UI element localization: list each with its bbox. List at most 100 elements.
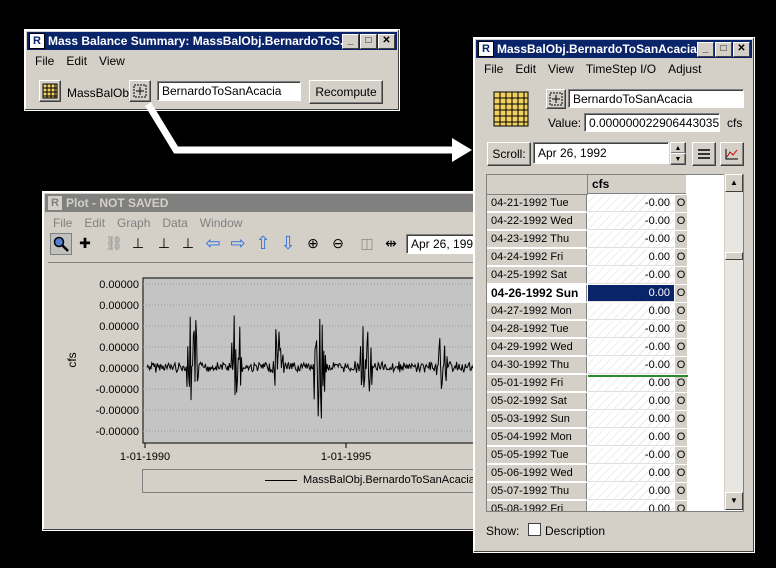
arrow-down-icon[interactable]: ⇩	[278, 233, 298, 253]
link-icon[interactable]: ⛓	[104, 233, 124, 253]
row-date[interactable]: 05-03-1992 Sun	[487, 411, 587, 428]
scroll-button[interactable]: Scroll:	[487, 142, 531, 166]
row-value-cell[interactable]: 0.00	[588, 411, 674, 428]
slot-select-button[interactable]	[546, 89, 566, 109]
menu-adjust[interactable]: Adjust	[662, 62, 707, 76]
row-value-cell[interactable]: 0.00	[588, 465, 674, 482]
slot-name-field[interactable]: BernardoToSanAcacia	[568, 89, 744, 108]
row-value-cell[interactable]: 0.00	[588, 393, 674, 410]
row-flag: O	[675, 411, 687, 429]
scroll-date-field[interactable]: Apr 26, 1992	[533, 142, 669, 164]
menu-edit[interactable]: Edit	[509, 62, 542, 76]
maximize-button[interactable]: □	[715, 41, 732, 57]
arrow-up-icon[interactable]: ⇧	[253, 233, 273, 253]
row-date[interactable]: 04-27-1992 Mon	[487, 303, 587, 320]
row-value-cell[interactable]: -0.00	[588, 267, 674, 284]
row-flag: O	[675, 249, 687, 267]
row-date[interactable]: 04-22-1992 Wed	[487, 213, 587, 230]
row-date[interactable]: 05-07-1992 Thu	[487, 483, 587, 500]
y-tick-label: 0.00000	[99, 300, 139, 312]
plot-view-button[interactable]	[720, 142, 744, 166]
slot-table: cfs 04-21-1992 Tue -0.00 O 04-22-1992 Wed -0…	[486, 174, 744, 512]
slot-titlebar[interactable]: R MassBalObj.BernardoToSanAcacia _ □ ✕	[476, 40, 752, 58]
row-value-cell[interactable]: -0.00	[588, 213, 674, 230]
row-date[interactable]: 04-30-1992 Thu	[487, 357, 587, 374]
legend-swatch	[265, 480, 297, 481]
row-flag: O	[675, 267, 687, 285]
row-date[interactable]: 05-04-1992 Mon	[487, 429, 587, 446]
row-value-cell[interactable]: -0.00	[588, 195, 674, 212]
row-value-cell[interactable]: -0.00	[588, 339, 674, 356]
plot-titlebar[interactable]: R Plot - NOT SAVED	[45, 194, 481, 212]
slot-table-icon	[493, 91, 529, 127]
minimize-button[interactable]: _	[697, 41, 714, 57]
crosshair-icon[interactable]: ✚	[75, 233, 95, 253]
scroll-up-button[interactable]: ▲	[725, 174, 743, 192]
value-label: Value:	[548, 116, 582, 130]
menu-graph[interactable]: Graph	[111, 216, 156, 230]
row-value-cell[interactable]: -0.00	[588, 447, 674, 464]
row-value-cell[interactable]: 0.00	[588, 501, 674, 511]
scroll-down-button[interactable]: ▼	[725, 492, 743, 510]
row-date[interactable]: 04-25-1992 Sat	[487, 267, 587, 284]
arrow-left-icon[interactable]: ⇦	[203, 233, 223, 253]
cursor-position-icon[interactable]: ⇹	[381, 233, 401, 253]
axis-scale-2-icon[interactable]: ⊥	[154, 233, 174, 253]
row-value-cell[interactable]: 0.00	[588, 285, 674, 302]
row-flag: O	[675, 231, 687, 249]
row-value-cell[interactable]: -0.00	[588, 231, 674, 248]
menu-view[interactable]: View	[542, 62, 580, 76]
table-vertical-scrollbar[interactable]: ▲ ▼	[724, 174, 743, 510]
plot-icon	[725, 149, 738, 160]
menu-file[interactable]: File	[478, 62, 509, 76]
menu-window[interactable]: Window	[194, 216, 249, 230]
row-date[interactable]: 04-23-1992 Thu	[487, 231, 587, 248]
row-date[interactable]: 05-08-1992 Fri	[487, 501, 587, 511]
row-date[interactable]: 05-02-1992 Sat	[487, 393, 587, 410]
row-date[interactable]: 04-28-1992 Tue	[487, 321, 587, 338]
zoom-in-icon[interactable]: ⊕	[303, 233, 323, 253]
menu-timestep-io[interactable]: TimeStep I/O	[580, 62, 662, 76]
close-button[interactable]: ✕	[733, 41, 750, 57]
riverware-icon: R	[47, 195, 63, 211]
row-value-cell[interactable]: -0.00	[588, 357, 674, 374]
zoom-out-icon[interactable]: ⊖	[328, 233, 348, 253]
legend-box: MassBalObj.BernardoToSanAcacia	[142, 469, 476, 493]
row-date[interactable]: 04-29-1992 Wed	[487, 339, 587, 356]
row-date[interactable]: 05-06-1992 Wed	[487, 465, 587, 482]
axis-scale-icon[interactable]: ⊥	[128, 233, 148, 253]
row-value-cell[interactable]: 0.00	[588, 249, 674, 266]
zoom-tool-icon[interactable]	[50, 233, 72, 255]
row-date[interactable]: 05-01-1992 Fri	[487, 375, 587, 392]
show-label: Show:	[486, 524, 520, 538]
row-date[interactable]: 04-21-1992 Tue	[487, 195, 587, 212]
column-header-cfs[interactable]: cfs	[588, 175, 686, 194]
list-view-button[interactable]	[692, 142, 716, 166]
row-flag: O	[675, 357, 687, 375]
row-value-cell[interactable]: 0.00	[588, 375, 674, 392]
row-date[interactable]: 05-05-1992 Tue	[487, 447, 587, 464]
legend-label: MassBalObj.BernardoToSanAcacia	[303, 474, 475, 486]
axis-scale-3-icon[interactable]: ⊥	[178, 233, 198, 253]
row-date[interactable]: 04-26-1992 Sun	[487, 285, 587, 302]
menu-edit[interactable]: Edit	[78, 216, 111, 230]
row-value-cell[interactable]: 0.00	[588, 483, 674, 500]
row-value-cell[interactable]: 0.00	[588, 429, 674, 446]
row-date[interactable]: 04-24-1992 Fri	[487, 249, 587, 266]
y-tick-label: -0.00000	[96, 405, 139, 417]
description-label: Description	[545, 524, 606, 538]
row-flag: O	[675, 429, 687, 447]
description-checkbox[interactable]	[528, 523, 541, 536]
menu-data[interactable]: Data	[156, 216, 193, 230]
plot-panel: 0.00000 0.00000 0.00000 0.00000 0.00000 -0.00…	[48, 262, 476, 495]
plot-date-field[interactable]: Apr 26, 1992	[406, 234, 474, 254]
row-value-cell[interactable]: -0.00	[588, 321, 674, 338]
value-field[interactable]: 0.0000000229064430354	[584, 113, 720, 132]
date-spin-down[interactable]: ▼	[670, 153, 686, 165]
scroll-thumb[interactable]	[725, 252, 743, 260]
plot-title: Plot - NOT SAVED	[66, 196, 169, 210]
split-icon[interactable]: ◫	[357, 233, 377, 253]
menu-file[interactable]: File	[47, 216, 78, 230]
arrow-right-icon[interactable]: ⇨	[228, 233, 248, 253]
row-value-cell[interactable]: 0.00	[588, 303, 674, 320]
